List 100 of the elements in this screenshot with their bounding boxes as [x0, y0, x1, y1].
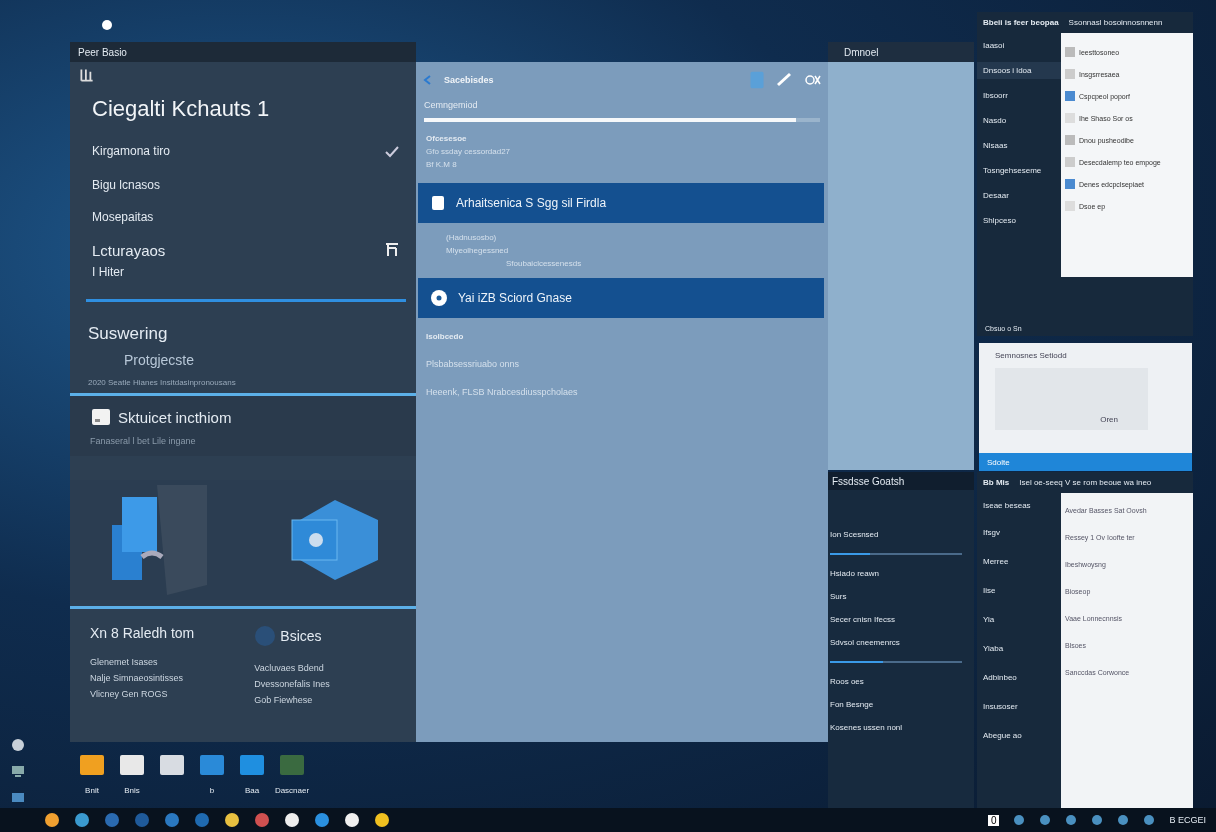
check-icon [384, 144, 400, 160]
document-icon [430, 195, 446, 211]
info-text: Heeenk, FLSB Nrabcesdiusspcholaes [426, 387, 579, 397]
setting-label: Roos oes [830, 677, 865, 686]
sidebar-item[interactable]: Yiaba [977, 638, 1061, 659]
window-title: Bbeii is feer beopaa [983, 18, 1059, 27]
sidebar-item[interactable]: Dnsoos i ldoa [977, 62, 1061, 79]
tray-icon[interactable] [1013, 814, 1026, 826]
sidebar-item[interactable]: Tosngehseseme [977, 162, 1061, 179]
setting-label: Hsiado reawn [830, 569, 880, 578]
info-text: Bf K.M 8 [426, 160, 458, 169]
tray-icon[interactable] [1091, 814, 1104, 826]
file-icon [1065, 135, 1075, 145]
sidebar-item[interactable]: Desaar [977, 187, 1061, 204]
sidebar-item[interactable]: Nasdo [977, 112, 1061, 129]
dot-icon [102, 20, 112, 30]
sidebar-title: Iseae beseas [982, 500, 1032, 512]
list-banner[interactable]: Arhaitsenica S Sgg sil Firdla [418, 183, 824, 223]
computer-icon[interactable] [11, 764, 25, 778]
file-icon [1065, 91, 1075, 101]
window-title: Fssdsse Goatsh [832, 475, 905, 487]
window-title: Peer Basio [78, 46, 127, 58]
info-text: Mlyeolhegessned [446, 246, 510, 255]
window-subtitle: Ssonnasl bosoinnosnnenn [1068, 18, 1163, 27]
icon-label: b [209, 786, 215, 795]
file-icon [1065, 47, 1075, 57]
info-text: Dvessonefalis Ines [254, 679, 330, 689]
setting-label: Sdvsol cneemenrcs [830, 638, 901, 647]
app-icon[interactable] [74, 812, 90, 828]
sidebar-item[interactable]: Merree [977, 551, 1061, 572]
window-title: Dmnoel [844, 46, 879, 58]
setting-label: Surs [830, 592, 848, 601]
icon-label: Baa [244, 786, 260, 795]
info-text: Sfoubaiclcessenesds [506, 259, 583, 268]
info-text: Vlicney Gen ROGS [90, 689, 169, 699]
icon-label: Dascnaer [274, 786, 310, 795]
sidebar-item[interactable]: Yia [977, 609, 1061, 630]
info-text: Plsbabsessriuabo onns [426, 359, 521, 369]
setting-label: Secer cnisn Ifecss [830, 615, 896, 624]
app-icon[interactable] [344, 812, 360, 828]
document-icon [90, 406, 112, 428]
dialog-title: Semnosnes Setiodd [994, 350, 1068, 362]
window-subtitle: Isel oe-seeq V se rom beoue wa ineo [1019, 478, 1152, 487]
app-icon[interactable] [284, 812, 300, 828]
section-title: Bsices [280, 628, 322, 644]
value-text: Oren [1100, 415, 1118, 424]
file-icon [1065, 157, 1075, 167]
window-title: Bb Mis [983, 478, 1010, 487]
sidebar-item[interactable]: Insusoser [977, 696, 1061, 717]
footnote-text: 2020 Seatle Hianes Insitdasinpronousans [88, 378, 237, 387]
tray-icon[interactable] [1039, 814, 1052, 826]
icon-label: Bnit [85, 786, 99, 795]
info-text: Vacluvaes Bdend [254, 663, 325, 673]
card-title: Sktuicet incthiom [118, 408, 232, 426]
file-icon [1065, 201, 1075, 211]
sidebar-item[interactable]: Ifsgv [977, 522, 1061, 543]
sidebar-item[interactable]: Nlsaas [977, 137, 1061, 154]
sidebar-item[interactable]: Iaasoi [977, 37, 1061, 54]
section-title: Suswering [88, 324, 169, 344]
app-icon[interactable] [44, 812, 60, 828]
list-banner[interactable]: Yai iZB Sciord Gnase [418, 278, 824, 318]
sidebar-item[interactable]: Abegue ao [977, 725, 1061, 746]
file-icon [1065, 69, 1075, 79]
tray-icon[interactable] [1143, 814, 1156, 826]
info-text: Gob Fiewhese [254, 695, 314, 705]
notification-badge[interactable]: 0 [987, 814, 1000, 826]
panel-title: Sacebisdes [444, 75, 494, 85]
clock-text: B ECGEI [1169, 815, 1206, 825]
info-text: (Hadnusosbo) [446, 233, 498, 242]
tray-icon[interactable] [1117, 814, 1130, 826]
info-text: Nalje Simnaeosintisses [90, 673, 185, 683]
section-title: Ofcesesoe [426, 134, 468, 143]
app-icon[interactable] [224, 812, 240, 828]
section-title: Isolbcedo [426, 332, 465, 341]
tray-icon[interactable] [1065, 814, 1078, 826]
file-icon [1065, 179, 1075, 189]
menu-item[interactable]: Lcturayaos [92, 242, 166, 259]
menu-item[interactable]: Mosepaitas [92, 210, 154, 224]
file-icon [1065, 113, 1075, 123]
sidebar-item[interactable]: Shlpceso [977, 212, 1061, 229]
info-text: Gfo ssday cessordad27 [426, 147, 512, 156]
panel-subtitle: Cemngemiod [424, 100, 479, 110]
app-icon[interactable] [374, 812, 390, 828]
menu-item[interactable]: Kirgamona tiro [92, 144, 171, 158]
info-text: Glenemet Isases [90, 657, 159, 667]
menu-item-detail: I Hiter [92, 265, 125, 279]
menu-item[interactable]: Bigu lcnasos [92, 178, 161, 192]
page-heading: Ciegalti Kchauts 1 [92, 96, 271, 122]
icon-label: Bnis [124, 786, 140, 795]
setting-label: Fon Besnge [830, 700, 875, 709]
globe-icon[interactable] [11, 738, 25, 752]
setting-label: Kosenes ussen nonl [830, 723, 904, 732]
action-bar[interactable]: Sdolte [979, 453, 1192, 471]
setting-label: Ion Scesnsed [830, 530, 880, 539]
sidebar-item[interactable]: Adbinbeo [977, 667, 1061, 688]
card-subtitle: Fanaseral l bet Lile ingane [90, 436, 197, 446]
sidebar-item[interactable]: Iise [977, 580, 1061, 601]
section-title: Xn 8 Raledh tom [90, 625, 195, 641]
sidebar-item[interactable]: Ibsoorr [977, 87, 1061, 104]
section-subtitle: Protgjecste [124, 352, 196, 368]
